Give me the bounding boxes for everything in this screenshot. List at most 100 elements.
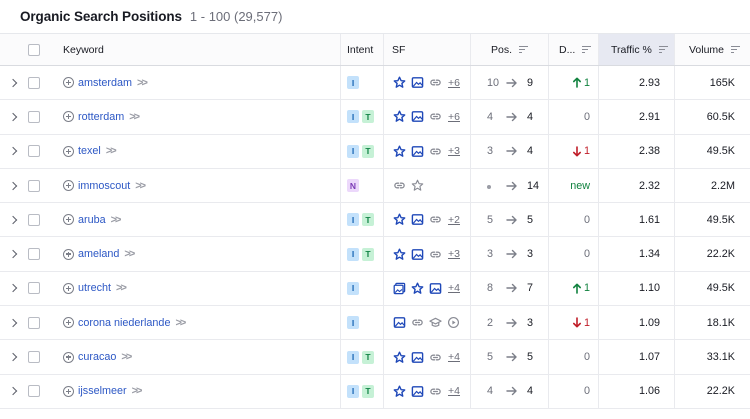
expand-toggle[interactable] <box>0 352 28 362</box>
add-keyword-icon[interactable] <box>63 145 74 157</box>
star-icon[interactable] <box>392 110 406 124</box>
add-keyword-icon[interactable] <box>63 214 74 226</box>
row-checkbox[interactable] <box>28 213 40 226</box>
intent-badge[interactable]: I <box>347 247 359 261</box>
more-features-link[interactable]: +2 <box>448 214 460 226</box>
link-icon[interactable] <box>428 76 442 90</box>
expand-toggle[interactable] <box>0 215 28 225</box>
link-icon[interactable] <box>428 384 442 398</box>
more-features-link[interactable]: +4 <box>448 282 460 294</box>
image-icon[interactable] <box>410 350 424 364</box>
intent-badge[interactable]: I <box>347 281 359 295</box>
select-all-checkbox[interactable] <box>28 43 40 56</box>
star-outline-icon[interactable] <box>410 179 424 193</box>
intent-badge[interactable]: T <box>362 144 374 158</box>
row-checkbox[interactable] <box>28 110 40 123</box>
expand-toggle[interactable] <box>0 249 28 259</box>
add-keyword-icon[interactable] <box>63 248 74 260</box>
play-icon[interactable] <box>446 316 460 330</box>
chevron-double-right-icon[interactable]: >> <box>121 351 132 363</box>
add-keyword-icon[interactable] <box>63 77 74 89</box>
more-features-link[interactable]: +4 <box>448 385 460 397</box>
image-icon[interactable] <box>410 213 424 227</box>
keyword-link[interactable]: texel <box>78 145 101 157</box>
star-icon[interactable] <box>392 384 406 398</box>
expand-toggle[interactable] <box>0 284 28 293</box>
keyword-link[interactable]: amsterdam <box>78 77 132 89</box>
more-features-link[interactable]: +3 <box>448 248 460 260</box>
intent-badge[interactable]: T <box>362 213 374 227</box>
keyword-link[interactable]: curacao <box>78 351 116 363</box>
row-checkbox[interactable] <box>28 316 40 329</box>
add-keyword-icon[interactable] <box>63 180 74 192</box>
chevron-double-right-icon[interactable]: >> <box>132 385 143 397</box>
link-icon[interactable] <box>428 110 442 124</box>
link-icon[interactable] <box>428 350 442 364</box>
keyword-link[interactable]: aruba <box>78 214 106 226</box>
column-sf[interactable]: SF <box>383 34 470 65</box>
expand-toggle[interactable] <box>0 112 28 122</box>
row-checkbox[interactable] <box>28 76 40 89</box>
row-checkbox[interactable] <box>28 145 40 158</box>
graduation-cap-icon[interactable] <box>428 316 442 330</box>
intent-badge[interactable]: I <box>347 110 359 124</box>
link-icon[interactable] <box>410 316 424 330</box>
intent-badge[interactable]: T <box>362 350 374 364</box>
more-features-link[interactable]: +6 <box>448 77 460 89</box>
intent-badge[interactable]: I <box>347 144 359 158</box>
expand-toggle[interactable] <box>0 146 28 156</box>
intent-badge[interactable]: I <box>347 76 359 90</box>
row-checkbox[interactable] <box>28 385 40 398</box>
star-icon[interactable] <box>392 76 406 90</box>
keyword-link[interactable]: ameland <box>78 248 119 260</box>
keyword-link[interactable]: utrecht <box>78 282 111 294</box>
keyword-link[interactable]: corona niederlande <box>78 317 170 329</box>
intent-badge[interactable]: I <box>347 350 359 364</box>
expand-toggle[interactable] <box>0 181 28 190</box>
star-icon[interactable] <box>392 213 406 227</box>
star-icon[interactable] <box>392 247 406 261</box>
row-checkbox[interactable] <box>28 179 40 192</box>
link-icon[interactable] <box>428 247 442 261</box>
image-icon[interactable] <box>410 76 424 90</box>
add-keyword-icon[interactable] <box>63 317 74 329</box>
chevron-double-right-icon[interactable]: >> <box>106 145 117 157</box>
expand-toggle[interactable] <box>0 78 28 87</box>
chevron-double-right-icon[interactable]: >> <box>175 317 186 329</box>
image-icon[interactable] <box>410 144 424 158</box>
more-features-link[interactable]: +3 <box>448 145 460 157</box>
column-intent[interactable]: Intent <box>340 34 383 65</box>
row-checkbox[interactable] <box>28 248 40 261</box>
image-icon[interactable] <box>410 384 424 398</box>
expand-toggle[interactable] <box>0 318 28 327</box>
gallery-icon[interactable] <box>392 281 406 295</box>
chevron-double-right-icon[interactable]: >> <box>111 214 122 226</box>
star-icon[interactable] <box>392 144 406 158</box>
intent-badge[interactable]: T <box>362 110 374 124</box>
column-diff[interactable]: D... <box>548 34 598 65</box>
chevron-double-right-icon[interactable]: >> <box>137 77 148 89</box>
star-icon[interactable] <box>410 281 424 295</box>
link-icon[interactable] <box>428 213 442 227</box>
add-keyword-icon[interactable] <box>63 111 74 123</box>
chevron-double-right-icon[interactable]: >> <box>135 180 146 192</box>
keyword-link[interactable]: ijsselmeer <box>78 385 127 397</box>
expand-toggle[interactable] <box>0 387 28 396</box>
add-keyword-icon[interactable] <box>63 385 74 397</box>
column-volume[interactable]: Volume <box>674 34 750 65</box>
intent-badge[interactable]: N <box>347 179 359 193</box>
add-keyword-icon[interactable] <box>63 282 74 294</box>
keyword-link[interactable]: immoscout <box>78 180 130 192</box>
intent-badge[interactable]: I <box>347 384 359 398</box>
link-icon[interactable] <box>392 179 406 193</box>
more-features-link[interactable]: +4 <box>448 351 460 363</box>
image-icon[interactable] <box>410 247 424 261</box>
image-icon[interactable] <box>410 110 424 124</box>
link-icon[interactable] <box>428 144 442 158</box>
image-icon[interactable] <box>392 316 406 330</box>
column-traffic[interactable]: Traffic % <box>598 34 674 65</box>
keyword-link[interactable]: rotterdam <box>78 111 124 123</box>
intent-badge[interactable]: I <box>347 316 359 330</box>
column-position[interactable]: Pos. <box>470 34 548 65</box>
more-features-link[interactable]: +6 <box>448 111 460 123</box>
